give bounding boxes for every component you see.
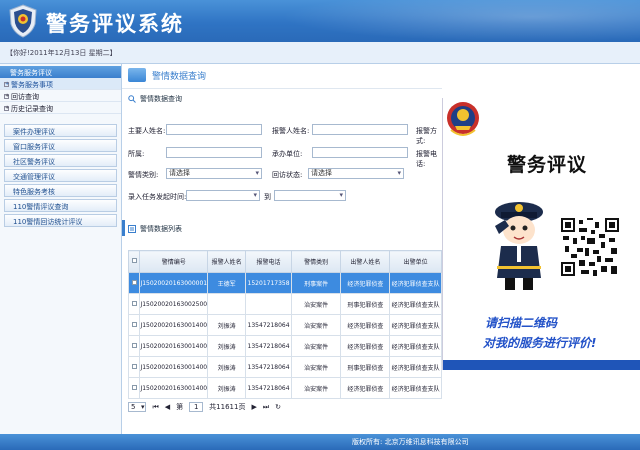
row-checkbox[interactable] (131, 384, 137, 390)
last-page-icon[interactable]: ⏭ (263, 403, 269, 412)
col-header-id[interactable]: 警情编号 (139, 250, 209, 273)
expand-icon: + (4, 93, 10, 99)
handling-unit-input[interactable] (312, 147, 408, 158)
table-row[interactable]: J15020020163001400 刘振涛 13547218064 治安案件 … (127, 335, 442, 357)
qr-code-icon (561, 218, 619, 276)
belong-label: 所属: (128, 150, 145, 158)
footer: 版权所有: 北京万维讯息科技有限公司 (0, 434, 640, 450)
page-title: 警情数据查询 (128, 68, 206, 82)
sidebar-btn-window[interactable]: 窗口服务评议 (4, 139, 117, 152)
app-title: 警务评议系统 (46, 12, 184, 36)
police-officer-illustration (495, 202, 543, 290)
report-method-label: 报警方式: (416, 127, 437, 145)
reporter-name-label: 报警人姓名: (272, 127, 310, 135)
table-row[interactable]: J15020020163001400 刘振涛 13547218064 治安案件 … (127, 356, 442, 378)
reporter-name-input[interactable] (312, 124, 408, 135)
first-page-icon[interactable]: ⏮ (152, 403, 158, 412)
sidebar-item-label: 历史记录查询 (11, 104, 53, 113)
report-phone-label: 报警电话: (416, 150, 437, 168)
sidebar-btn-110-stats[interactable]: 110警情回访统计评议 (4, 214, 117, 227)
search-icon (128, 95, 136, 103)
page-size-select[interactable]: 5 (128, 402, 147, 412)
incident-type-select[interactable]: 请选择 (166, 168, 262, 179)
current-date: 【你好!2011年12月13日 星期二】 (6, 49, 117, 57)
sidebar-btn-case[interactable]: 案件办理评议 (4, 124, 117, 137)
incident-type-label: 警情类别: (128, 171, 159, 179)
popup-message-line2: 对我的服务进行评价! (483, 336, 597, 350)
copyright-text: 版权所有: 北京万维讯息科技有限公司 (352, 438, 469, 446)
col-header-type[interactable]: 警情类别 (290, 250, 342, 273)
sidebar-btn-110-query[interactable]: 110警情评议查询 (4, 199, 117, 212)
task-time-to-label: 到 (264, 193, 271, 201)
expand-icon: + (4, 81, 10, 87)
task-time-end-select[interactable] (274, 190, 346, 201)
next-page-icon[interactable]: ▶ (251, 403, 256, 411)
table-row[interactable]: J15020020163001400 刘振涛 13547218064 治安案件 … (127, 377, 442, 399)
query-section-label: 警情数据查询 (128, 94, 182, 104)
col-header-unit[interactable]: 出警单位 (389, 250, 442, 273)
page-prefix: 第 (176, 403, 184, 411)
table-row[interactable]: J15020020163000001 王德军 15201717358 刑事案件 … (127, 272, 442, 294)
row-checkbox[interactable] (131, 279, 137, 285)
sidebar-item-history-query[interactable]: + 历史记录查询 (0, 102, 121, 114)
prev-page-icon[interactable]: ◀ (165, 403, 170, 411)
row-checkbox[interactable] (131, 300, 137, 306)
page-title-icon (128, 68, 146, 82)
belong-input[interactable] (166, 147, 262, 158)
sidebar-item-callback-query[interactable]: + 回访查询 (0, 90, 121, 102)
table-row[interactable]: J15020020163001400 刘振涛 13547218064 治安案件 … (127, 314, 442, 336)
refresh-icon[interactable]: ↻ (275, 403, 281, 411)
main-person-input[interactable] (166, 124, 262, 135)
police-badge-icon (9, 4, 37, 38)
expand-icon: + (4, 105, 10, 111)
task-time-label: 录入任务发起时间: (128, 193, 187, 201)
app-header: 警务评议系统 (0, 0, 640, 42)
sidebar-btn-special[interactable]: 特色服务考核 (4, 184, 117, 197)
pager: 5 ⏮ ◀ 第 1 共11611页 ▶ ⏭ ↻ (128, 400, 448, 414)
list-section-label: 警情数据列表 (128, 224, 182, 234)
row-checkbox[interactable] (131, 363, 137, 369)
page-total: 共11611页 (209, 403, 246, 411)
col-header-phone[interactable]: 报警电话 (245, 250, 292, 273)
police-emblem-icon (447, 102, 479, 136)
sidebar-head[interactable]: 警务服务评议 (0, 66, 121, 78)
select-all-checkbox[interactable] (131, 258, 137, 263)
sidebar: 警务服务评议 + 警务服务事项 + 回访查询 + 历史记录查询 案件办理评议 窗… (0, 64, 122, 434)
header-highlight (280, 0, 640, 42)
popup-bottom-bar (443, 360, 640, 370)
incident-table: 警情编号 报警人姓名 报警电话 警情类别 出警人姓名 出警单位 J1502002… (127, 250, 442, 399)
task-time-start-select[interactable] (186, 190, 260, 201)
review-popup: 警务评议 请扫描二维码 对我的服务进行评价! (442, 98, 640, 370)
col-header-reporter[interactable]: 报警人姓名 (207, 250, 247, 273)
list-icon (128, 225, 136, 233)
popup-message-line1: 请扫描二维码 (485, 316, 558, 330)
sidebar-item-label: 回访查询 (11, 92, 39, 101)
popup-title: 警务评议 (507, 154, 588, 176)
row-checkbox[interactable] (131, 342, 137, 348)
row-checkbox[interactable] (131, 321, 137, 327)
col-header-officer[interactable]: 出警人姓名 (340, 250, 391, 273)
table-row[interactable]: J15020020163002500 治安案件 刑事犯罪侦查 经济犯罪侦查支队 (127, 293, 442, 315)
main-panel: 警情数据查询 警情数据查询 主要人姓名: 报警人姓名: 报警方式: 所属: 承办… (122, 64, 442, 434)
sub-bar: 【你好!2011年12月13日 星期二】 (0, 42, 640, 64)
callback-status-label: 回访状态: (272, 171, 303, 179)
handling-unit-label: 承办单位: (272, 150, 303, 158)
page-number-input[interactable]: 1 (189, 402, 204, 412)
sidebar-item-label: 警务服务事项 (11, 80, 53, 89)
sidebar-btn-community[interactable]: 社区警务评议 (4, 154, 117, 167)
sidebar-item-service-items[interactable]: + 警务服务事项 (0, 78, 121, 90)
callback-status-select[interactable]: 请选择 (308, 168, 404, 179)
select-all-header[interactable] (127, 250, 141, 273)
main-person-label: 主要人姓名: (128, 127, 166, 135)
sidebar-btn-traffic[interactable]: 交通管理评议 (4, 169, 117, 182)
